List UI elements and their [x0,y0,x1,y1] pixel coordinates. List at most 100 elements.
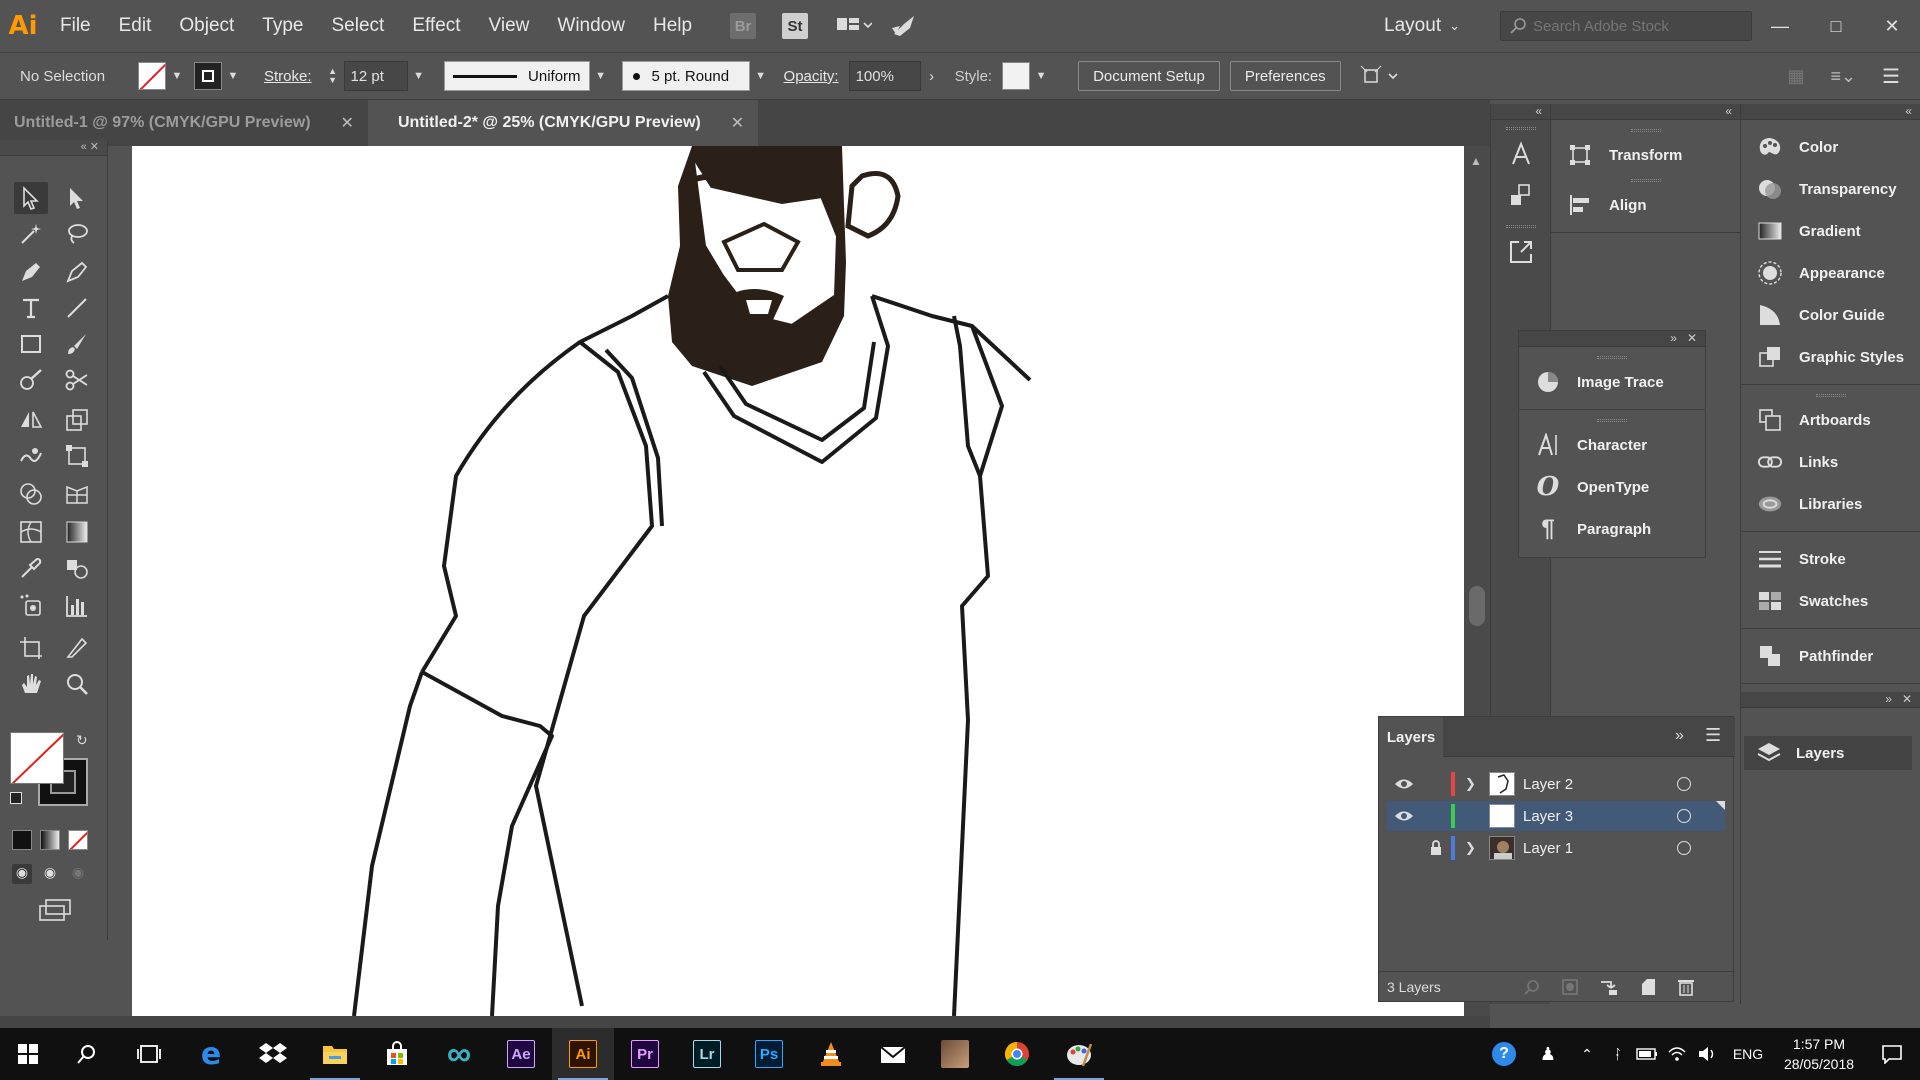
character-styles-icon[interactable] [1507,140,1550,173]
task-view-button[interactable] [118,1028,180,1080]
taskbar-dropbox[interactable] [242,1028,304,1080]
panel-swatches[interactable]: Swatches [1741,580,1920,622]
brush-definition[interactable]: 5 pt. Round ▼ [621,61,772,91]
panel-opentype[interactable]: O OpenType [1519,466,1705,508]
panel-color-guide[interactable]: Color Guide [1741,294,1920,336]
canvas-area[interactable] [108,146,1490,1016]
taskbar-after-effects[interactable]: Ae [490,1028,552,1080]
panel-image-trace[interactable]: Image Trace [1519,361,1705,403]
symbol-sprayer-tool-icon[interactable] [14,590,48,622]
document-setup-button[interactable]: Document Setup [1078,61,1220,91]
taskbar-photo-app[interactable] [924,1028,986,1080]
notifications-icon[interactable] [1864,1028,1920,1080]
panel-pathfinder[interactable]: Pathfinder [1741,635,1920,677]
align-panel-icon[interactable]: ≡⌄ [1830,66,1856,87]
selection-tool-icon[interactable] [14,182,48,214]
fill-box[interactable] [10,732,64,784]
align-grid-icon[interactable]: ▦ [1787,66,1804,87]
bridge-icon[interactable]: Br [730,13,757,39]
style-swatch[interactable] [1002,62,1031,90]
menu-effect[interactable]: Effect [398,15,474,37]
draw-inside-icon[interactable]: ◉ [68,864,88,884]
chevron-down-icon[interactable]: ▼ [408,61,430,91]
bluetooth-icon[interactable]: ᛛ [1604,1028,1632,1080]
workspace-switcher[interactable]: Layout ⌄ [1384,15,1460,37]
grip-handle[interactable] [1491,222,1550,230]
gradient-mode-icon[interactable] [40,830,60,850]
perspective-grid-tool-icon[interactable] [60,478,94,510]
taskbar-edge[interactable]: e [180,1028,242,1080]
artboard-tool-icon[interactable] [14,632,48,664]
taskbar-photoshop[interactable]: Ps [738,1028,800,1080]
scrollbar-thumb[interactable] [1469,586,1485,626]
panel-libraries[interactable]: Libraries [1741,483,1920,525]
variable-width-profile[interactable]: Uniform ▼ [443,61,612,91]
people-icon[interactable]: ♟ [1526,1028,1570,1080]
default-fill-stroke-icon[interactable] [10,792,22,804]
panel-appearance[interactable]: Appearance [1741,252,1920,294]
menu-type[interactable]: Type [248,15,317,37]
layers-dock-header[interactable]: » ✕ [1741,692,1920,708]
mesh-tool-icon[interactable] [14,516,48,548]
chevron-down-icon[interactable]: ▼ [590,61,612,91]
layers-collapsed-panel[interactable]: Layers [1744,736,1912,770]
chevron-down-icon[interactable]: ▼ [166,61,188,91]
layers-panel-title[interactable]: Layers [1379,717,1443,757]
taskbar-premiere[interactable]: Pr [614,1028,676,1080]
expand-panel-icon[interactable]: » [1675,727,1684,745]
volume-icon[interactable] [1692,1028,1722,1080]
menu-file[interactable]: File [46,15,105,37]
eye-icon[interactable] [1387,777,1421,791]
expand-arrow-icon[interactable]: ❯ [1465,840,1489,856]
taskbar-arduino[interactable]: ∞ [428,1028,490,1080]
taskbar-mail[interactable] [862,1028,924,1080]
menu-help[interactable]: Help [639,15,706,37]
taskbar-search-button[interactable] [56,1028,118,1080]
stroke-color-control[interactable]: ▼ [194,61,244,91]
fill-stroke-widget[interactable]: ↻ [10,732,90,808]
maximize-button[interactable]: □ [1808,16,1864,37]
language-indicator[interactable]: ENG [1722,1028,1774,1080]
chevron-down-icon[interactable]: ▼ [222,61,244,91]
scale-tool-icon[interactable] [60,404,94,436]
shaper-tool-icon[interactable] [14,364,48,396]
type-tool-icon[interactable] [14,292,48,324]
layer-row-layer-3[interactable]: Layer 3 [1387,801,1725,831]
color-mode-icon[interactable] [12,830,32,850]
help-icon[interactable]: ? [1482,1028,1526,1080]
opacity-control[interactable]: 100% › [848,61,943,91]
layer-row-layer-2[interactable]: ❯ Layer 2 [1387,769,1725,799]
panel-artboards[interactable]: Artboards [1741,399,1920,441]
warp-tool-icon[interactable] [14,440,48,472]
panel-align[interactable]: Align [1551,184,1740,226]
lock-icon[interactable] [1421,840,1451,856]
panel-transparency[interactable]: Transparency [1741,168,1920,210]
artboard[interactable] [132,146,1464,1016]
search-stock-input[interactable] [1533,17,1743,35]
fill-control[interactable]: ▼ [138,61,188,91]
preferences-button[interactable]: Preferences [1229,61,1341,91]
fill-swatch[interactable] [138,62,166,90]
zoom-tool-icon[interactable] [60,668,94,700]
eye-icon[interactable] [1387,809,1421,823]
expand-arrow-icon[interactable]: ❯ [1465,776,1489,792]
curvature-tool-icon[interactable] [60,256,94,288]
stock-icon[interactable]: St [782,13,809,39]
reflect-tool-icon[interactable] [14,404,48,436]
shape-builder-tool-icon[interactable] [14,478,48,510]
dock-collapse-icon[interactable]: « [1741,104,1920,120]
taskbar-lightroom[interactable]: Lr [676,1028,738,1080]
panel-links[interactable]: Links [1741,441,1920,483]
stroke-swatch[interactable] [194,62,222,90]
panel-stroke[interactable]: Stroke [1741,538,1920,580]
dock-collapse-icon[interactable]: « [1491,104,1550,120]
swap-fill-stroke-icon[interactable]: ↻ [76,732,88,749]
menu-select[interactable]: Select [318,15,399,37]
column-graph-tool-icon[interactable] [60,590,94,622]
layer-name[interactable]: Layer 1 [1523,840,1663,857]
panel-paragraph[interactable]: ¶ Paragraph [1519,508,1705,550]
paintbrush-tool-icon[interactable] [60,328,94,360]
panel-menu-icon[interactable]: ☰ [1705,725,1721,746]
arrange-documents-icon[interactable] [836,15,873,37]
panel-transform[interactable]: Transform [1551,134,1740,176]
